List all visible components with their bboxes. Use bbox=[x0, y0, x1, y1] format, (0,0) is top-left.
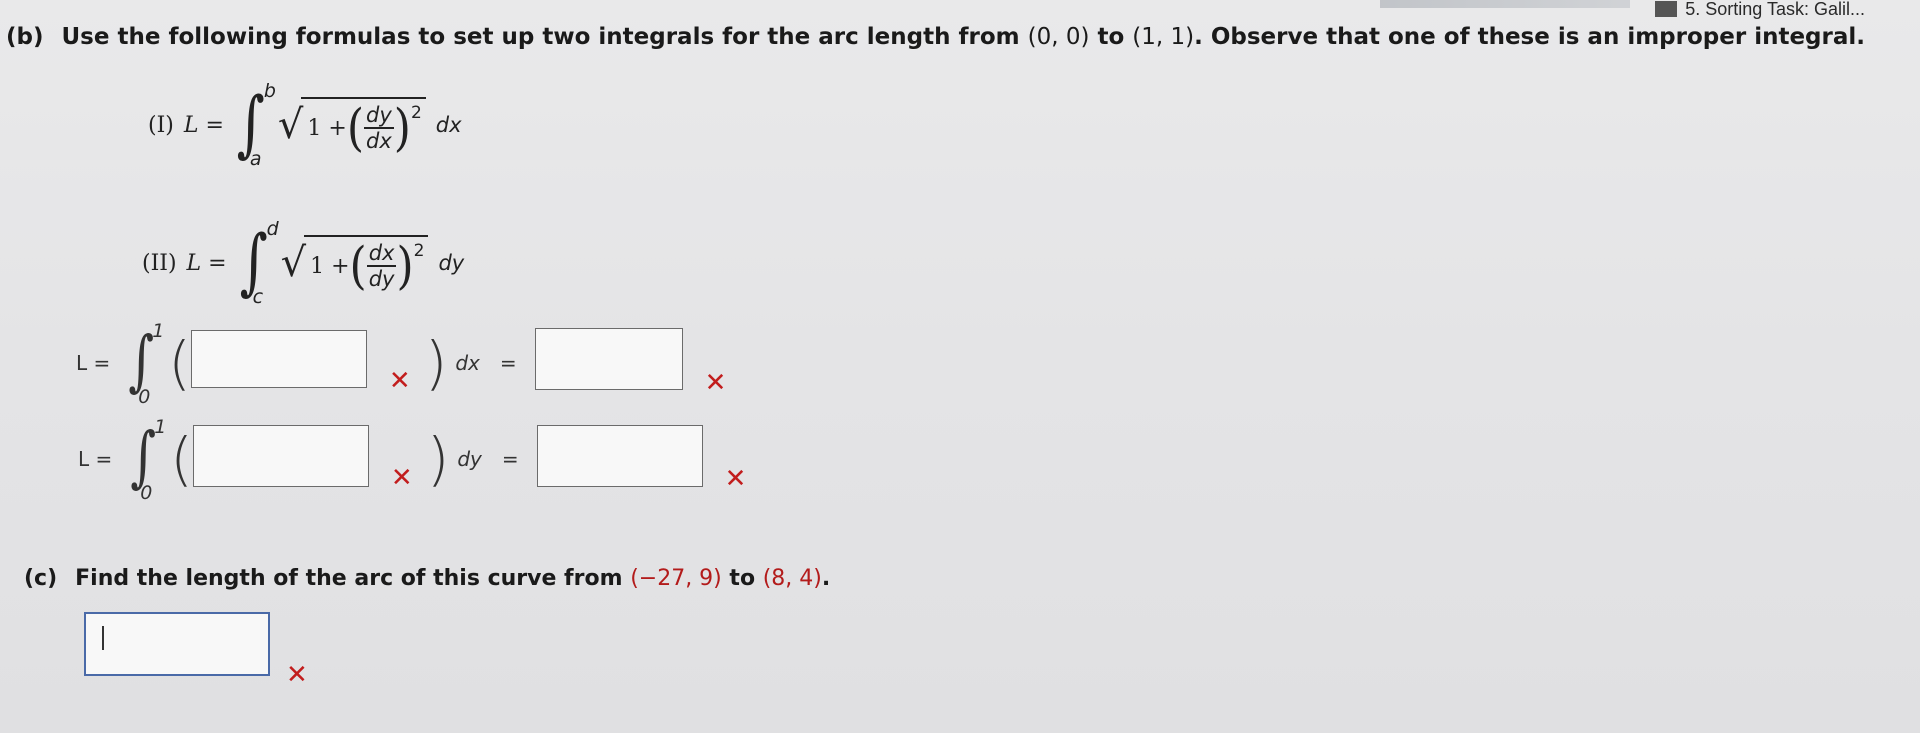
part-c-answer-wrapper bbox=[84, 612, 270, 676]
integrand-dy-input[interactable] bbox=[192, 425, 369, 487]
integral-upper-limit: 1 bbox=[154, 416, 167, 438]
text-cursor bbox=[102, 626, 104, 650]
integrand-dx-input[interactable] bbox=[190, 330, 367, 388]
equals-sign: = bbox=[501, 447, 519, 471]
exponent: 2 bbox=[413, 240, 425, 261]
integral-upper-limit: b bbox=[263, 80, 276, 102]
tab-favicon-icon bbox=[1655, 1, 1678, 17]
formula-I: (I) L = ∫ b a √ 1 + ( dy dx ) 2 dx bbox=[148, 80, 462, 170]
integral-dy-lhs: L = bbox=[78, 447, 113, 471]
formula-I-lhs: L = bbox=[183, 112, 224, 138]
browser-tabstrip-fragment bbox=[1380, 0, 1630, 8]
differential: dx bbox=[435, 113, 462, 137]
part-c-label: (c) bbox=[24, 566, 58, 591]
integral-dy-differential: dy bbox=[457, 447, 482, 471]
integral-symbol: ∫ 1 0 bbox=[130, 416, 167, 504]
part-c-instruction: (c) Find the length of the arc of this cu… bbox=[24, 566, 831, 591]
integral-symbol: ∫ 1 0 bbox=[128, 320, 165, 408]
arc-length-integral-dy: L = ∫ 1 0 ( ✕ ) dy = ✕ bbox=[78, 416, 747, 504]
equals-sign: = bbox=[499, 351, 517, 375]
differential: dy bbox=[438, 251, 465, 275]
one-plus: 1 + bbox=[310, 253, 350, 279]
integral-lower-limit: 0 bbox=[138, 386, 151, 408]
arc-length-integral-dx: L = ∫ 1 0 ( ✕ ) dx = ✕ bbox=[76, 320, 727, 408]
integral-lower-limit: a bbox=[249, 148, 262, 170]
integral-dx-lhs: L = bbox=[76, 351, 111, 375]
integral-dx-differential: dx bbox=[455, 351, 480, 375]
integral-upper-limit: d bbox=[266, 218, 279, 240]
part-b-label: (b) bbox=[6, 24, 44, 50]
wrong-mark-icon: ✕ bbox=[390, 463, 413, 493]
result-dy-input[interactable] bbox=[536, 425, 703, 487]
square-root: √ 1 + ( dy dx ) 2 bbox=[278, 96, 426, 157]
one-plus: 1 + bbox=[307, 115, 347, 141]
formula-II: (II) L = ∫ d c √ 1 + ( dx dy ) 2 dy bbox=[142, 218, 464, 308]
formula-II-label: (II) bbox=[142, 250, 177, 276]
formula-II-lhs: L = bbox=[186, 250, 227, 276]
wrong-mark-icon: ✕ bbox=[286, 660, 308, 690]
part-b-instruction: (b) Use the following formulas to set up … bbox=[6, 24, 1866, 50]
integral-lower-limit: 0 bbox=[140, 482, 153, 504]
browser-tab-label: 5. Sorting Task: Galil... bbox=[1685, 0, 1865, 19]
arc-length-answer-input[interactable] bbox=[84, 612, 270, 676]
wrong-mark-icon: ✕ bbox=[388, 366, 411, 396]
integral-symbol: ∫ b a bbox=[236, 80, 276, 170]
wrong-mark-icon: ✕ bbox=[704, 368, 727, 398]
browser-tab[interactable]: 5. Sorting Task: Galil... bbox=[1655, 0, 1875, 19]
wrong-mark-icon: ✕ bbox=[724, 464, 747, 494]
integral-symbol: ∫ d c bbox=[239, 218, 279, 308]
derivative-fraction: dx dy bbox=[366, 241, 397, 291]
square-root: √ 1 + ( dx dy ) 2 bbox=[281, 234, 429, 295]
integral-lower-limit: c bbox=[252, 286, 264, 308]
exponent: 2 bbox=[410, 102, 422, 123]
derivative-fraction: dy dx bbox=[364, 103, 394, 153]
result-dx-input[interactable] bbox=[534, 328, 683, 390]
formula-I-label: (I) bbox=[148, 112, 174, 138]
integral-upper-limit: 1 bbox=[152, 320, 165, 342]
